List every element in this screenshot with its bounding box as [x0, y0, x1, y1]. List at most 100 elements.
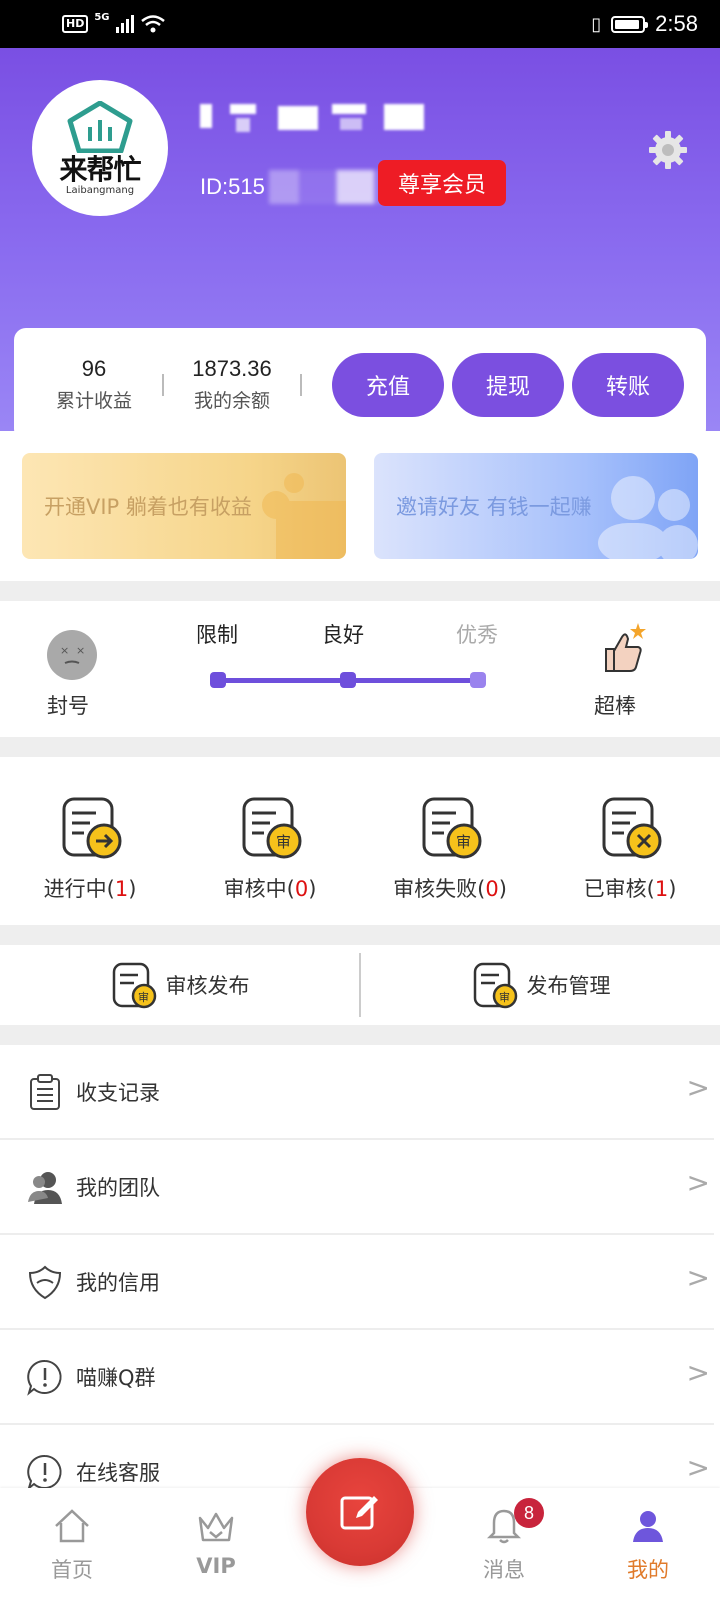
invite-promo-text: 邀请好友 有钱一起赚: [396, 495, 592, 519]
credit-level-section[interactable]: × × 封号 限制 良好 优秀 超棒: [0, 601, 720, 737]
chevron-right-icon: >: [686, 1261, 710, 1294]
section-divider: [0, 581, 720, 601]
task-review-failed-label: 审核失败(0): [393, 877, 507, 901]
transfer-button[interactable]: 转账: [572, 352, 684, 417]
document-cross-icon: [602, 797, 662, 859]
menu-label-team: 我的团队: [76, 1175, 160, 1200]
menu-label-transactions: 收支记录: [76, 1080, 160, 1105]
chevron-right-icon: >: [686, 1451, 710, 1484]
earnings-label: 累计收益: [55, 390, 132, 412]
task-status-row: 进行中(1) 审 审核中(0) 审 审核失败(0) 已审核(1): [0, 757, 720, 925]
balance-stat[interactable]: 1873.36 我的余额: [172, 356, 292, 413]
awesome-label: 超棒: [594, 694, 636, 718]
menu-item-transactions[interactable]: 收支记录 >: [0, 1045, 714, 1140]
menu-item-credit[interactable]: 我的信用 >: [0, 1235, 714, 1330]
people-decoration-icon: [598, 476, 698, 559]
stat-divider: [300, 373, 302, 396]
banned-label: 封号: [47, 694, 89, 718]
chevron-right-icon: >: [686, 1071, 710, 1104]
puzzle-decoration-icon: [262, 473, 346, 559]
credit-dot-excellent: [470, 672, 486, 688]
tab-mine[interactable]: 我的: [576, 1488, 720, 1600]
chat-alert-icon: [27, 1454, 62, 1491]
svg-text:审: 审: [499, 990, 510, 1004]
hd-icon: HD: [62, 15, 89, 33]
network-type: 5G: [94, 11, 110, 23]
clipboard-icon: [30, 1073, 60, 1110]
balance-label: 我的余额: [193, 390, 270, 412]
logo-text-en: Laibangmang: [65, 184, 135, 196]
document-review-icon: 审: [422, 797, 482, 859]
signal-icon: [115, 15, 134, 33]
menu-item-team[interactable]: 我的团队 >: [0, 1140, 714, 1235]
stat-divider: [162, 373, 164, 396]
document-review-icon: 审: [473, 962, 517, 1009]
level-limited: 限制: [196, 623, 238, 647]
task-in-progress[interactable]: 进行中(1): [0, 757, 180, 925]
credit-dot-limited: [210, 672, 226, 688]
wifi-icon: [140, 15, 165, 33]
promo-section: 开通VIP 躺着也有收益 邀请好友 有钱一起赚: [0, 431, 720, 581]
tab-vip-label: VIP: [196, 1554, 236, 1578]
sad-face-icon: × ×: [47, 630, 97, 680]
document-review-icon: 审: [112, 962, 156, 1009]
menu-item-qq-group[interactable]: 喵赚Q群 >: [0, 1330, 714, 1425]
level-excellent: 优秀: [456, 623, 498, 647]
svg-text:×: ×: [60, 644, 69, 657]
battery-icon: [611, 15, 649, 33]
document-review-icon: 审: [242, 797, 302, 859]
logo-mark-icon: [67, 100, 133, 153]
earnings-value: 96: [81, 356, 107, 381]
task-review-failed[interactable]: 审 审核失败(0): [360, 757, 540, 925]
chevron-right-icon: >: [686, 1356, 710, 1389]
invite-promo-banner[interactable]: 邀请好友 有钱一起赚: [374, 453, 698, 559]
document-arrow-icon: [62, 797, 122, 859]
app-logo: 来帮忙 Laibangmang: [32, 80, 168, 216]
publish-fab-button[interactable]: [306, 1458, 414, 1566]
tab-messages[interactable]: 8 消息: [432, 1488, 576, 1600]
review-publish-button[interactable]: 审 审核发布: [0, 960, 359, 1010]
level-good: 良好: [322, 623, 364, 647]
wallet-card: 96 累计收益 1873.36 我的余额 充值 提现 转账: [14, 328, 706, 441]
user-id-prefix: ID:515: [200, 174, 265, 199]
task-under-review[interactable]: 审 审核中(0): [180, 757, 360, 925]
publish-manage-button[interactable]: 审 发布管理: [361, 960, 720, 1010]
menu-label-credit: 我的信用: [76, 1270, 160, 1295]
settings-gear-icon[interactable]: [648, 130, 688, 170]
tab-home[interactable]: 首页: [0, 1488, 144, 1600]
task-reviewed-label: 已审核(1): [583, 877, 677, 901]
publish-row: 审 审核发布 审 发布管理: [0, 945, 720, 1025]
chat-alert-icon: [27, 1359, 62, 1396]
review-publish-label: 审核发布: [165, 974, 250, 998]
team-icon: [28, 1171, 62, 1204]
svg-text:×: ×: [76, 644, 85, 657]
status-time: 2:58: [655, 11, 698, 36]
section-divider: [0, 1025, 720, 1045]
task-in-progress-label: 进行中(1): [43, 877, 137, 901]
recharge-button[interactable]: 充值: [332, 352, 444, 417]
profile-header: 来帮忙 Laibangmang ID:515 尊享会员 96 累计收益 1873…: [0, 48, 720, 441]
task-under-review-label: 审核中(0): [223, 877, 317, 901]
tab-mine-label: 我的: [627, 1558, 669, 1582]
earnings-stat[interactable]: 96 累计收益: [34, 356, 154, 413]
credit-dot-good: [340, 672, 356, 688]
vip-promo-banner[interactable]: 开通VIP 躺着也有收益: [22, 453, 346, 559]
shield-icon: [28, 1265, 62, 1299]
svg-text:审: 审: [138, 990, 149, 1004]
svg-text:审: 审: [456, 833, 471, 851]
member-badge[interactable]: 尊享会员: [378, 160, 506, 206]
withdraw-button[interactable]: 提现: [452, 352, 564, 417]
task-reviewed[interactable]: 已审核(1): [540, 757, 720, 925]
home-icon: [55, 1509, 89, 1543]
tab-vip[interactable]: VIP: [144, 1488, 288, 1600]
logo-text-cn: 来帮忙: [59, 152, 141, 186]
message-count-badge: 8: [514, 1498, 544, 1528]
publish-manage-label: 发布管理: [526, 974, 611, 998]
status-left: HD 5G: [62, 11, 166, 34]
edit-icon: [340, 1496, 378, 1530]
section-divider: [0, 925, 720, 945]
section-divider: [0, 737, 720, 757]
chevron-right-icon: >: [686, 1166, 710, 1199]
settings-menu: 收支记录 > 我的团队 > 我的信用 > 喵赚Q群 > 在线客服 >: [0, 1045, 720, 1520]
svg-text:审: 审: [276, 833, 291, 851]
